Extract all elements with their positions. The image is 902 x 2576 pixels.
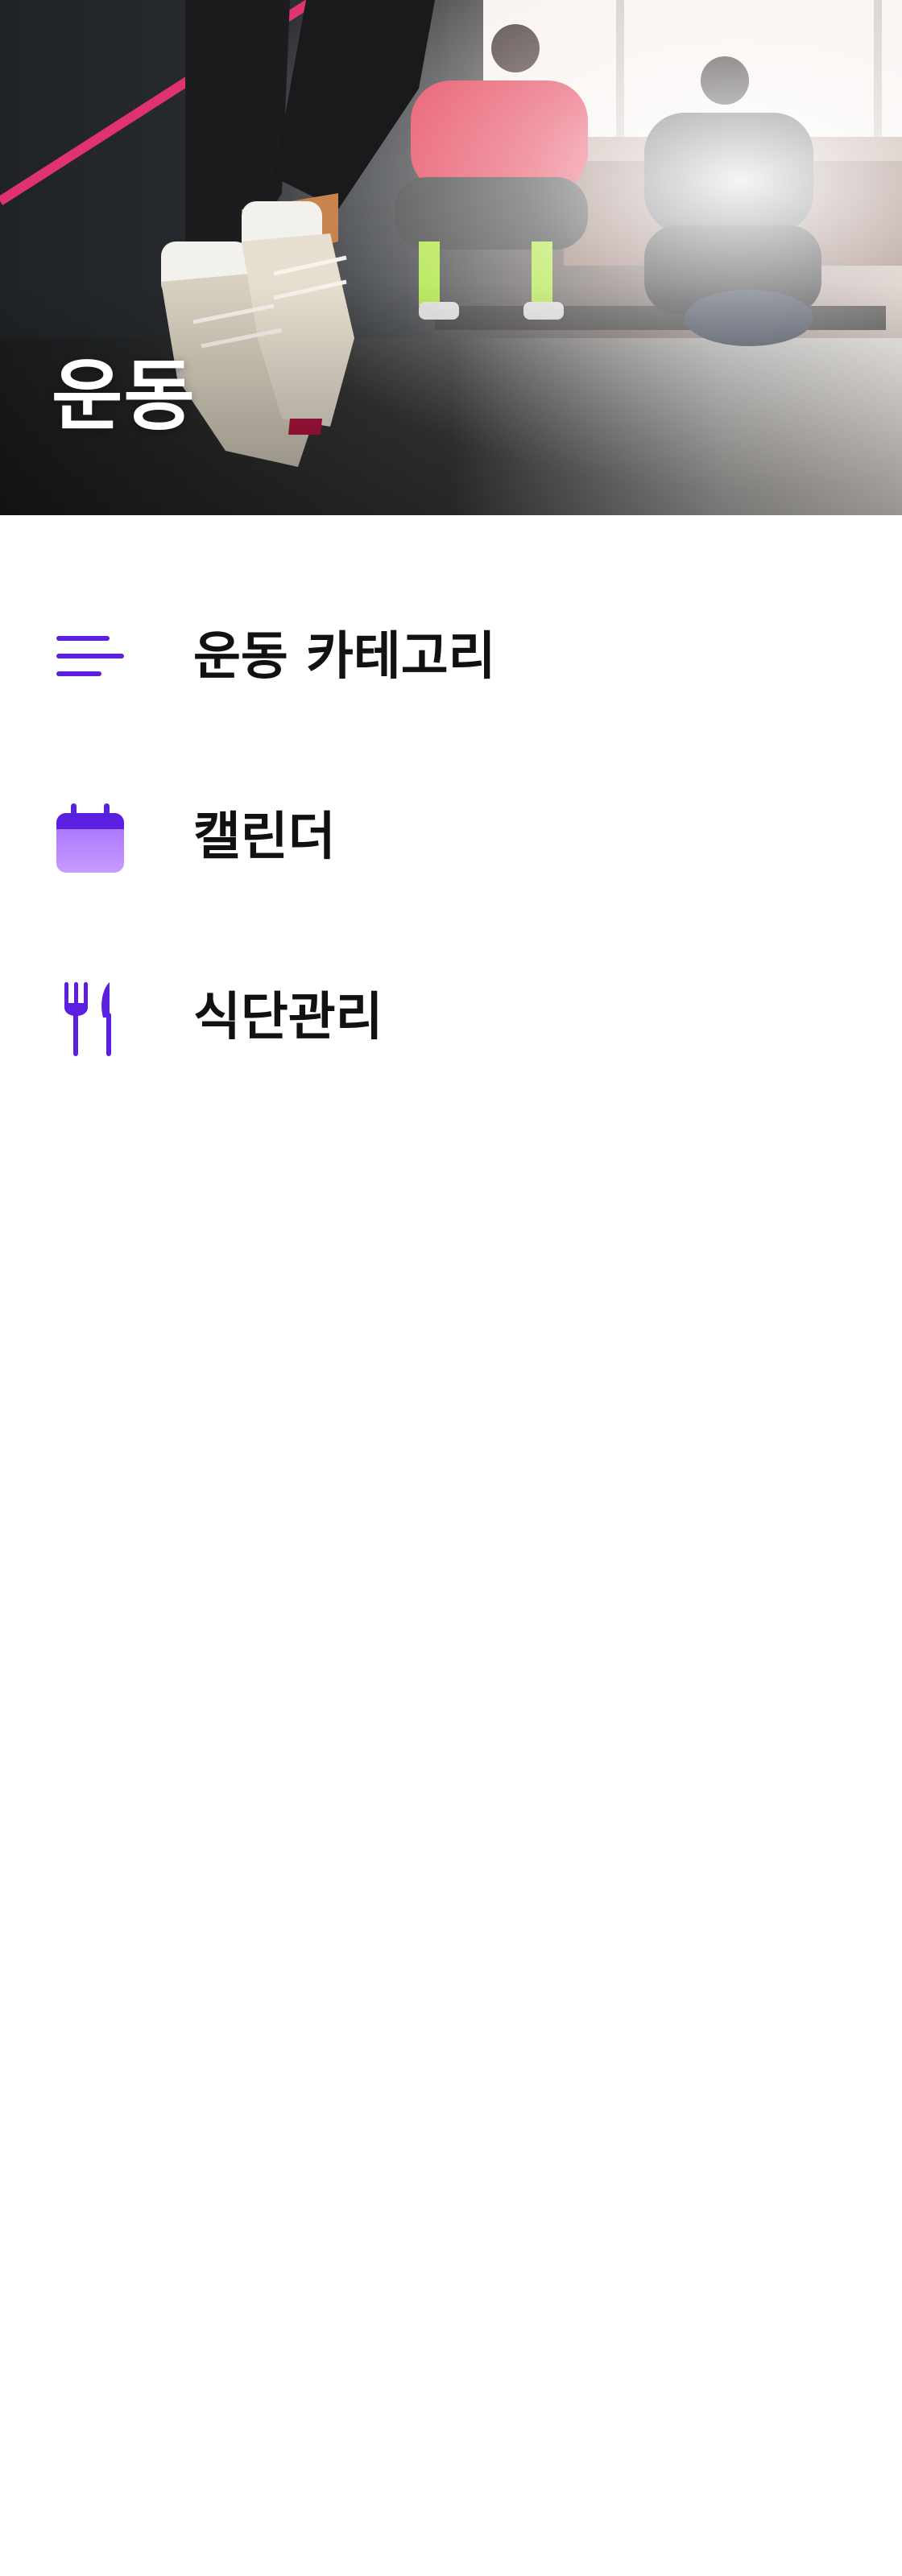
menu-item-calendar[interactable]: 캘린더 [0, 747, 902, 927]
menu-lines-icon [52, 620, 129, 697]
menu-item-label: 식단관리 [193, 988, 383, 1047]
app-screen: 운동 운동 카테고리 캘린더 식단관리 [0, 0, 902, 2576]
menu-item-exercise-category[interactable]: 운동 카테고리 [0, 567, 902, 747]
menu-item-label: 운동 카테고리 [193, 627, 496, 687]
fork-knife-icon [52, 980, 129, 1058]
menu-item-label: 캘린더 [193, 807, 336, 867]
menu-item-diet-management[interactable]: 식단관리 [0, 927, 902, 1108]
calendar-icon [52, 800, 129, 877]
header-banner: 운동 [0, 0, 902, 515]
main-menu: 운동 카테고리 캘린더 식단관리 [0, 567, 902, 1108]
page-title: 운동 [52, 351, 196, 441]
